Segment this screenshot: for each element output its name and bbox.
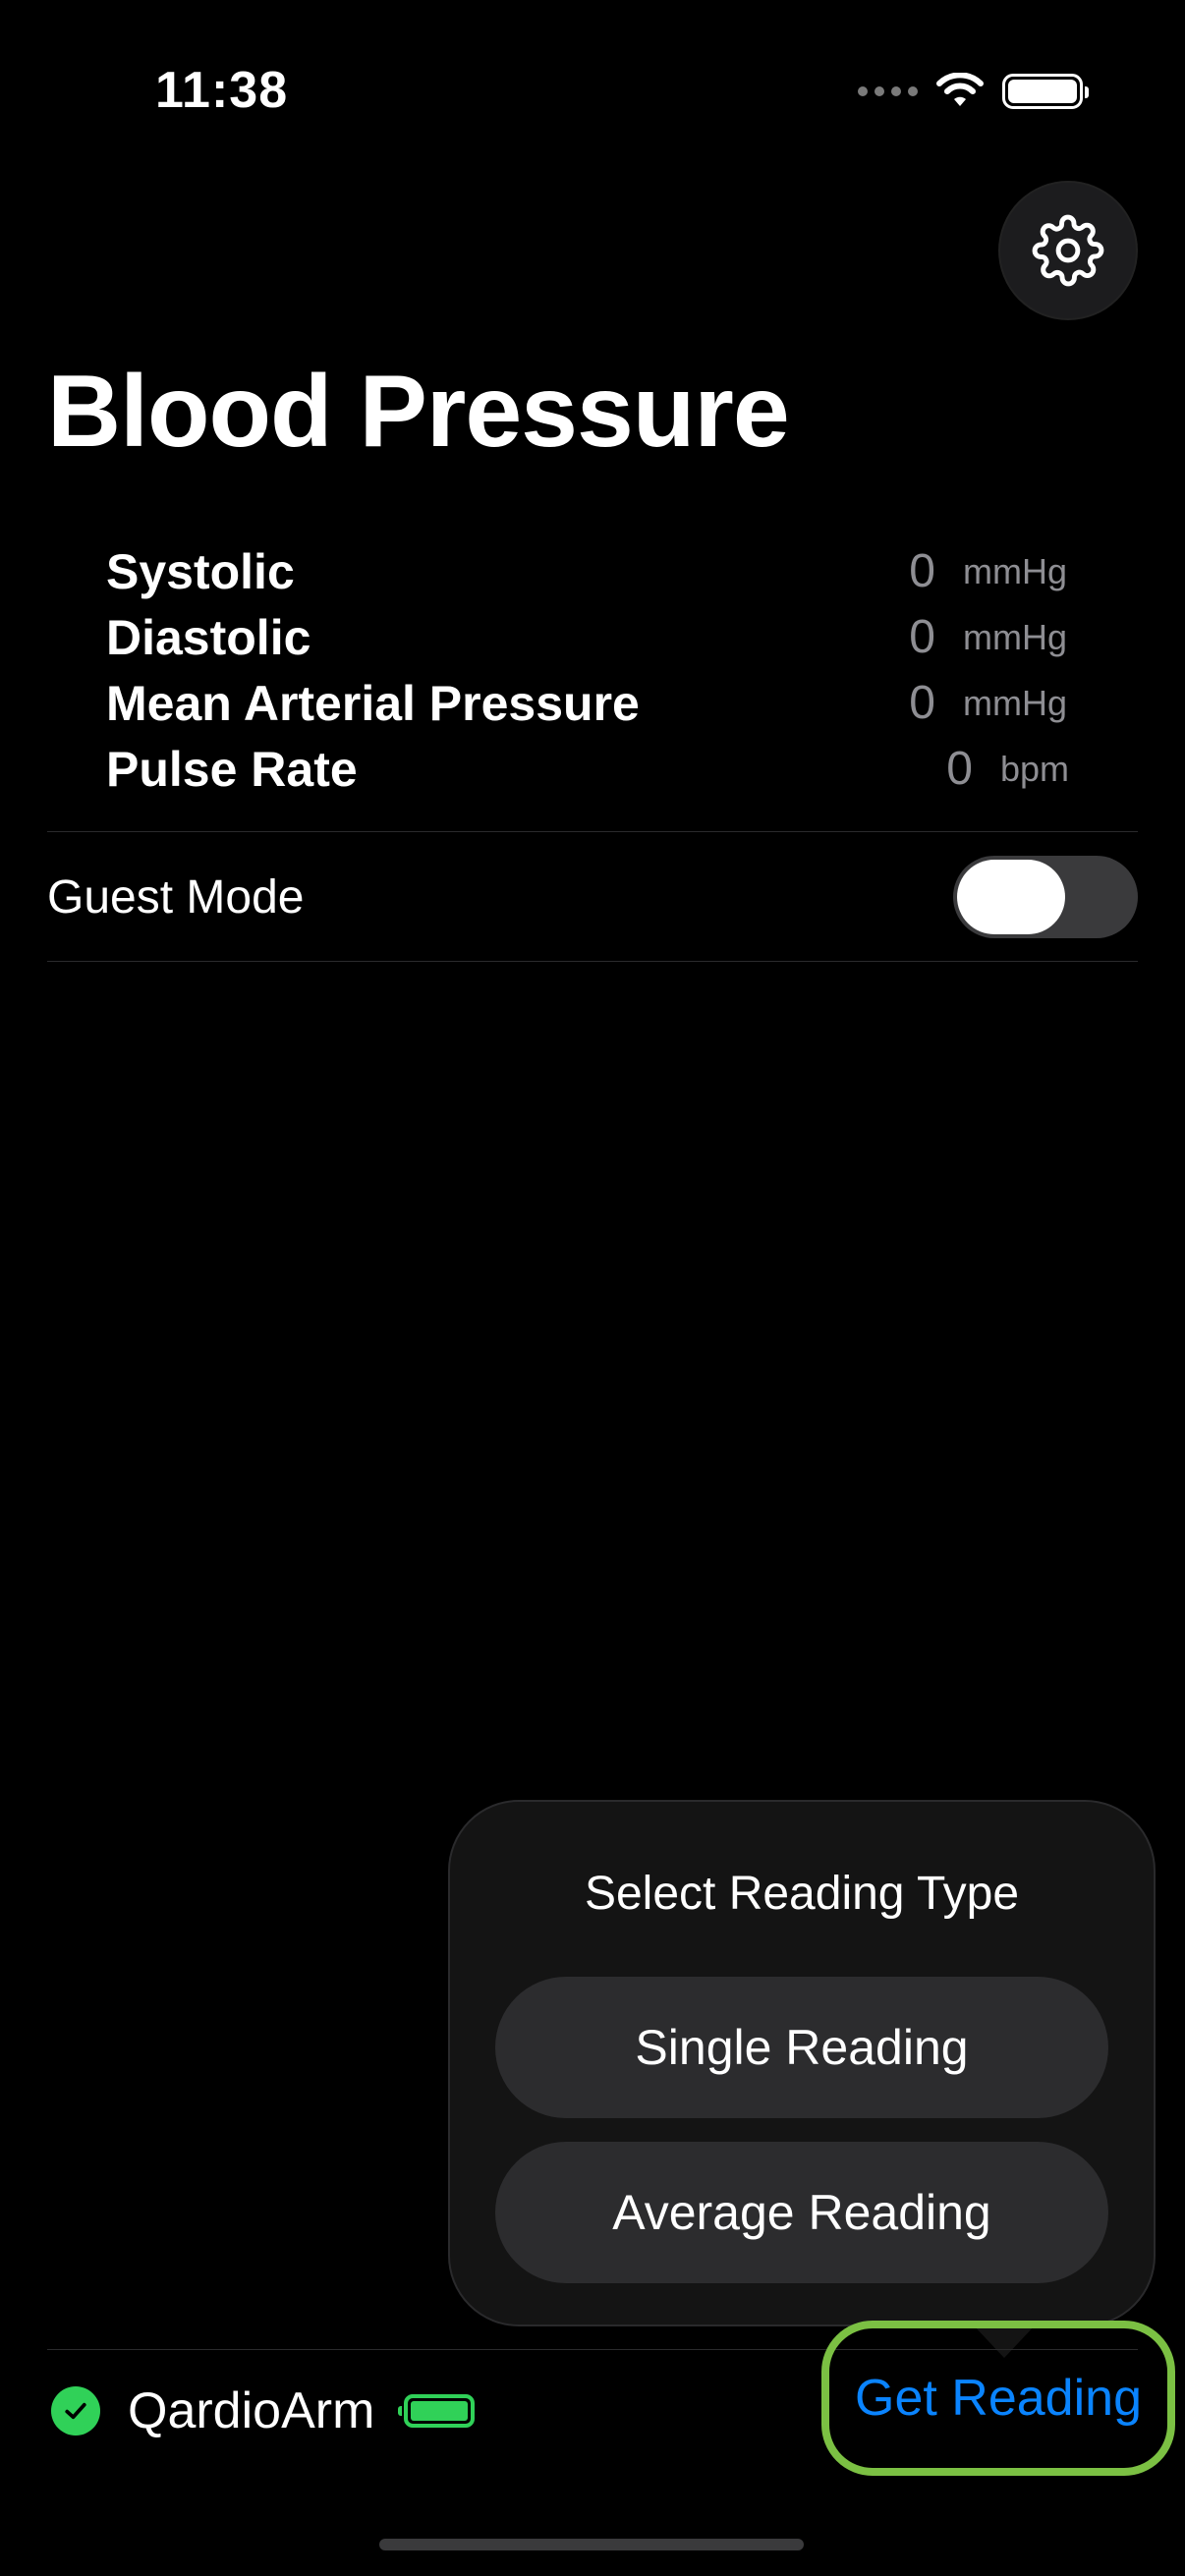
divider bbox=[47, 961, 1138, 962]
reading-row-systolic: Systolic 0 mmHg bbox=[106, 538, 1079, 604]
page-title: Blood Pressure bbox=[47, 355, 790, 469]
reading-unit: mmHg bbox=[963, 616, 1067, 657]
home-indicator[interactable] bbox=[379, 2539, 804, 2550]
settings-button[interactable] bbox=[998, 181, 1138, 320]
status-icons bbox=[858, 73, 1089, 110]
reading-row-mean-arterial-pressure: Mean Arterial Pressure 0 mmHg bbox=[106, 670, 1079, 736]
reading-value: 0 bbox=[909, 611, 935, 663]
readings-list: Systolic 0 mmHg Diastolic 0 mmHg Mean Ar… bbox=[106, 538, 1079, 802]
guest-mode-toggle[interactable] bbox=[953, 856, 1138, 938]
popover-title: Select Reading Type bbox=[584, 1868, 1020, 1920]
reading-unit: mmHg bbox=[963, 550, 1067, 591]
reading-value: 0 bbox=[946, 743, 973, 795]
guest-mode-label: Guest Mode bbox=[47, 870, 305, 924]
reading-row-diastolic: Diastolic 0 mmHg bbox=[106, 604, 1079, 670]
reading-unit: mmHg bbox=[963, 682, 1067, 723]
reading-label: Systolic bbox=[106, 543, 295, 599]
reading-label: Mean Arterial Pressure bbox=[106, 675, 640, 731]
screen: 11:38 Blood Pressure Systolic 0 mmHg Dia… bbox=[0, 0, 1185, 2576]
toggle-knob bbox=[957, 860, 1065, 934]
reading-value: 0 bbox=[909, 545, 935, 597]
reading-label: Diastolic bbox=[106, 609, 311, 665]
reading-value: 0 bbox=[909, 677, 935, 729]
reading-row-pulse-rate: Pulse Rate 0 bpm bbox=[106, 736, 1079, 802]
battery-icon bbox=[1002, 74, 1089, 109]
single-reading-button[interactable]: Single Reading bbox=[495, 1977, 1108, 2118]
device-name: QardioArm bbox=[128, 2382, 375, 2439]
reading-label: Pulse Rate bbox=[106, 741, 358, 797]
device-battery-icon bbox=[398, 2394, 476, 2428]
status-time: 11:38 bbox=[155, 62, 289, 119]
divider bbox=[47, 831, 1138, 832]
gear-icon bbox=[1032, 214, 1104, 287]
guest-mode-row: Guest Mode bbox=[47, 833, 1138, 961]
average-reading-button[interactable]: Average Reading bbox=[495, 2142, 1108, 2283]
cellular-dots-icon bbox=[858, 86, 918, 96]
checkmark-icon bbox=[51, 2386, 100, 2436]
wifi-icon bbox=[936, 73, 984, 106]
get-reading-button[interactable]: Get Reading bbox=[821, 2321, 1175, 2476]
reading-type-popover: Select Reading Type Single Reading Avera… bbox=[448, 1800, 1156, 2326]
reading-unit: bpm bbox=[1000, 748, 1070, 789]
device-status: QardioArm bbox=[51, 2376, 476, 2446]
